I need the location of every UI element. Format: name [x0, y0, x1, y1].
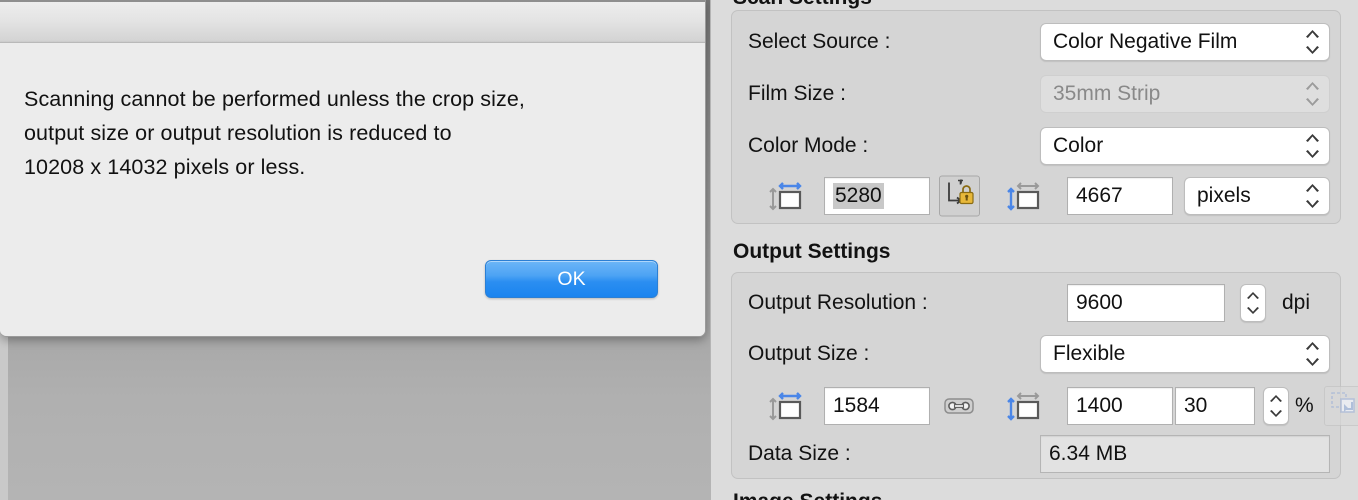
fit-to-selection-icon [1330, 390, 1358, 423]
output-resolution-label: Output Resolution : [748, 291, 928, 314]
select-source-label: Select Source : [748, 30, 891, 53]
chevron-up-down-icon [1270, 395, 1282, 417]
output-width-input[interactable]: 1584 [824, 387, 930, 425]
output-size-dropdown[interactable]: Flexible [1040, 335, 1330, 373]
alert-dialog: Scanning cannot be performed unless the … [0, 0, 706, 337]
data-size-value: 6.34 MB [1049, 442, 1128, 465]
chain-link-icon[interactable] [944, 395, 974, 417]
output-scale-unit: % [1295, 394, 1314, 417]
dialog-message-line-2: output size or output resolution is redu… [24, 121, 452, 145]
crop-width-value: 5280 [833, 183, 884, 209]
width-dimension-icon [768, 391, 802, 421]
output-height-input[interactable]: 1400 [1067, 387, 1173, 425]
chevron-up-down-icon [1306, 82, 1319, 106]
crop-units-value: pixels [1197, 184, 1251, 207]
ok-button[interactable]: OK [485, 260, 658, 298]
width-dimension-icon [768, 181, 802, 211]
select-source-dropdown[interactable]: Color Negative Film [1040, 23, 1330, 61]
select-source-value: Color Negative Film [1053, 30, 1238, 53]
select-source-row: Select Source : Color Negative Film [732, 19, 1340, 65]
output-settings-group: Output Resolution : 9600 dpi Output Size… [731, 272, 1358, 479]
output-dimensions-row: 1584 1400 30 % [732, 383, 1358, 429]
data-size-row: Data Size : 6.34 MB [732, 431, 1340, 477]
film-size-value: 35mm Strip [1053, 82, 1161, 105]
aspect-ratio-lock-icon [945, 179, 975, 214]
dialog-titlebar [0, 0, 705, 43]
fit-to-selection-button [1324, 386, 1358, 426]
crop-width-input[interactable]: 5280 [824, 177, 930, 215]
app-window: Scanning cannot be performed unless the … [0, 0, 1358, 500]
output-size-value: Flexible [1053, 342, 1126, 365]
dialog-message: Scanning cannot be performed unless the … [24, 82, 664, 184]
chevron-up-down-icon [1306, 342, 1319, 366]
film-size-row: Film Size : 35mm Strip [732, 71, 1340, 117]
output-resolution-stepper[interactable] [1240, 284, 1266, 322]
output-resolution-row: Output Resolution : 9600 dpi [732, 280, 1340, 326]
image-settings-heading: Image Settings [711, 490, 882, 500]
data-size-value-field: 6.34 MB [1040, 435, 1330, 473]
output-size-label: Output Size : [748, 342, 870, 365]
output-resolution-input[interactable]: 9600 [1067, 284, 1225, 322]
output-scale-stepper[interactable] [1263, 387, 1289, 425]
crop-units-dropdown[interactable]: pixels [1184, 177, 1330, 215]
film-size-label: Film Size : [748, 82, 847, 105]
chevron-up-down-icon [1306, 30, 1319, 54]
output-resolution-unit: dpi [1282, 291, 1311, 314]
chevron-up-down-icon [1306, 184, 1319, 208]
output-scale-percent-input[interactable]: 30 [1175, 387, 1255, 425]
color-mode-dropdown[interactable]: Color [1040, 127, 1330, 165]
height-dimension-icon [1006, 181, 1040, 211]
crop-dimensions-row: 5280 4667 pixels [732, 173, 1340, 219]
output-settings-heading: Output Settings [733, 240, 891, 263]
dialog-body: Scanning cannot be performed unless the … [0, 44, 705, 336]
scan-settings-group: Select Source : Color Negative Film Film… [731, 10, 1341, 224]
aspect-ratio-lock-button[interactable] [939, 175, 980, 217]
output-scale-percent-value: 30 [1184, 394, 1208, 417]
output-resolution-value: 9600 [1076, 291, 1123, 314]
chevron-up-down-icon [1306, 134, 1319, 158]
dialog-message-line-1: Scanning cannot be performed unless the … [24, 87, 525, 111]
crop-height-input[interactable]: 4667 [1067, 177, 1173, 215]
color-mode-row: Color Mode : Color [732, 123, 1340, 169]
color-mode-label: Color Mode : [748, 134, 869, 157]
output-width-value: 1584 [833, 394, 880, 417]
crop-height-value: 4667 [1076, 184, 1123, 207]
scan-settings-heading: Scan Settings [711, 0, 872, 10]
dialog-message-line-3: 10208 x 14032 pixels or less. [24, 155, 306, 179]
output-height-value: 1400 [1076, 394, 1123, 417]
preview-left-edge [0, 325, 8, 500]
output-size-row: Output Size : Flexible [732, 331, 1340, 377]
height-dimension-icon [1006, 391, 1040, 421]
film-size-dropdown: 35mm Strip [1040, 75, 1330, 113]
data-size-label: Data Size : [748, 442, 851, 465]
chevron-up-down-icon [1247, 292, 1259, 314]
settings-panel: Scan Settings Select Source : Color Nega… [710, 0, 1358, 500]
color-mode-value: Color [1053, 134, 1104, 157]
